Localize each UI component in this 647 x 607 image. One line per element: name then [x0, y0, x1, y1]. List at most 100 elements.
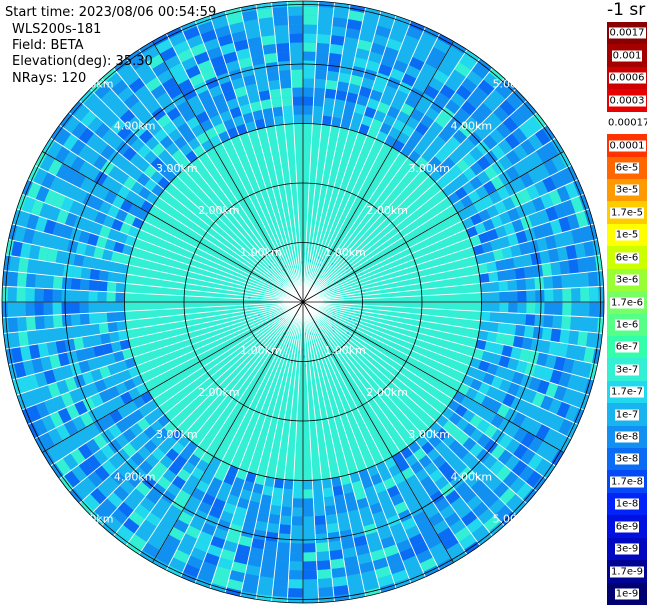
ppi-cell	[70, 277, 81, 291]
range-label: 4.00km	[451, 120, 493, 133]
ppi-cell	[106, 281, 117, 293]
ppi-cell	[61, 302, 71, 315]
ppi-cell	[480, 311, 491, 322]
ppi-cell	[313, 506, 326, 517]
ppi-cell	[272, 106, 284, 117]
ppi-cell	[587, 316, 599, 333]
ppi-cell	[481, 302, 491, 312]
ppi-cell	[260, 34, 276, 46]
ppi-cell	[70, 289, 80, 302]
colorbar-tick-label: 1.7e-7	[609, 386, 645, 398]
ppi-cell	[71, 325, 83, 339]
field-label: Field: BETA	[12, 38, 84, 53]
ppi-cell	[303, 114, 313, 124]
ppi-cell	[303, 78, 315, 88]
ppi-cell	[498, 312, 509, 324]
ppi-cell	[106, 302, 116, 313]
ppi-cell	[314, 515, 327, 526]
ppi-cell	[259, 567, 275, 578]
colorbar-swatch: 6e-8	[607, 425, 647, 449]
ppi-cell	[288, 24, 303, 34]
ppi-cell	[323, 97, 336, 108]
ppi-cell	[525, 277, 536, 291]
instrument-label: WLS200s-181	[12, 22, 102, 37]
ppi-cell	[571, 287, 581, 302]
ppi-cell	[289, 51, 303, 61]
colorbar-tick-label: 0.0017	[608, 27, 646, 39]
ppi-cell	[315, 51, 330, 62]
colorbar-swatch: 1.7e-8	[607, 470, 647, 494]
ppi-cell	[79, 302, 89, 314]
ppi-cell	[16, 316, 28, 332]
ppi-cell	[7, 286, 17, 302]
ppi-cell	[273, 15, 289, 27]
ppi-cell	[322, 106, 334, 117]
ppi-cell	[70, 302, 80, 315]
ppi-cell	[523, 325, 535, 339]
ppi-cell	[43, 274, 54, 289]
ppi-cell	[292, 96, 303, 106]
ppi-cell	[553, 302, 563, 316]
ppi-cell	[303, 6, 319, 16]
ppi-cell	[25, 316, 36, 332]
ppi-cell	[44, 328, 56, 343]
colorbar-swatch: 1e-7	[607, 403, 647, 427]
ppi-cell	[280, 87, 293, 98]
ppi-cell	[526, 289, 536, 302]
ppi-cell	[498, 280, 509, 292]
ppi-cell	[53, 262, 65, 277]
ppi-cell	[282, 105, 294, 116]
ppi-cell	[71, 265, 83, 279]
ppi-cell	[550, 328, 562, 343]
ppi-cell	[34, 315, 45, 331]
ppi-cell	[266, 70, 280, 82]
colorbar-tick-label: 6e-9	[614, 521, 640, 533]
colorbar-tick-label: 1e-5	[614, 229, 640, 241]
range-label: 1.00km	[324, 246, 366, 259]
ppi-cell	[578, 316, 590, 332]
start-time-label: Start time: 2023/08/06 00:54:59	[5, 5, 217, 20]
colorbar-swatch: 0.0006	[607, 66, 647, 90]
ppi-cell	[272, 586, 289, 598]
ppi-cell	[287, 588, 303, 598]
ppi-cell	[331, 567, 347, 578]
ppi-cell	[107, 271, 118, 283]
colorbar-unit-title: -1 sr	[607, 0, 646, 20]
ppi-cell	[317, 24, 333, 35]
colorbar-tick-label: 3e-7	[614, 364, 640, 376]
ppi-cell	[313, 87, 326, 98]
ppi-cell	[303, 60, 316, 70]
ppi-cell	[552, 274, 563, 289]
ppi-cell	[570, 316, 581, 332]
ppi-cell	[312, 114, 323, 125]
ppi-cell	[329, 43, 344, 55]
ppi-cell	[544, 302, 554, 316]
ppi-cell	[292, 489, 303, 499]
ppi-cell	[291, 507, 303, 517]
ppi-cell	[288, 570, 303, 580]
ppi-cell	[598, 286, 604, 302]
ppi-cell	[88, 302, 98, 314]
ppi-cell	[262, 43, 277, 55]
range-label: 5.00km	[72, 512, 114, 525]
range-label: 5.00km	[493, 512, 535, 525]
ppi-cell	[89, 323, 101, 336]
ppi-cell	[314, 69, 328, 80]
colorbar-tick-label: 3e-8	[614, 453, 640, 465]
ppi-cell	[288, 15, 303, 25]
ppi-cell	[303, 355, 306, 358]
ppi-cell	[115, 282, 126, 293]
ppi-cell	[488, 271, 499, 283]
ppi-cell	[281, 497, 293, 508]
ppi-cell	[80, 267, 92, 280]
ppi-cell	[315, 542, 330, 553]
ppi-cell	[52, 314, 63, 329]
ppi-cell	[273, 24, 289, 35]
colorbar-tick-label: 1.7e-5	[609, 207, 645, 219]
ppi-cell	[7, 271, 19, 288]
ppi-cell	[278, 524, 292, 535]
colorbar-swatch: 3e-9	[607, 537, 647, 561]
ppi-cell	[287, 597, 303, 603]
ppi-cell	[317, 15, 333, 27]
ppi-cell	[587, 271, 599, 288]
